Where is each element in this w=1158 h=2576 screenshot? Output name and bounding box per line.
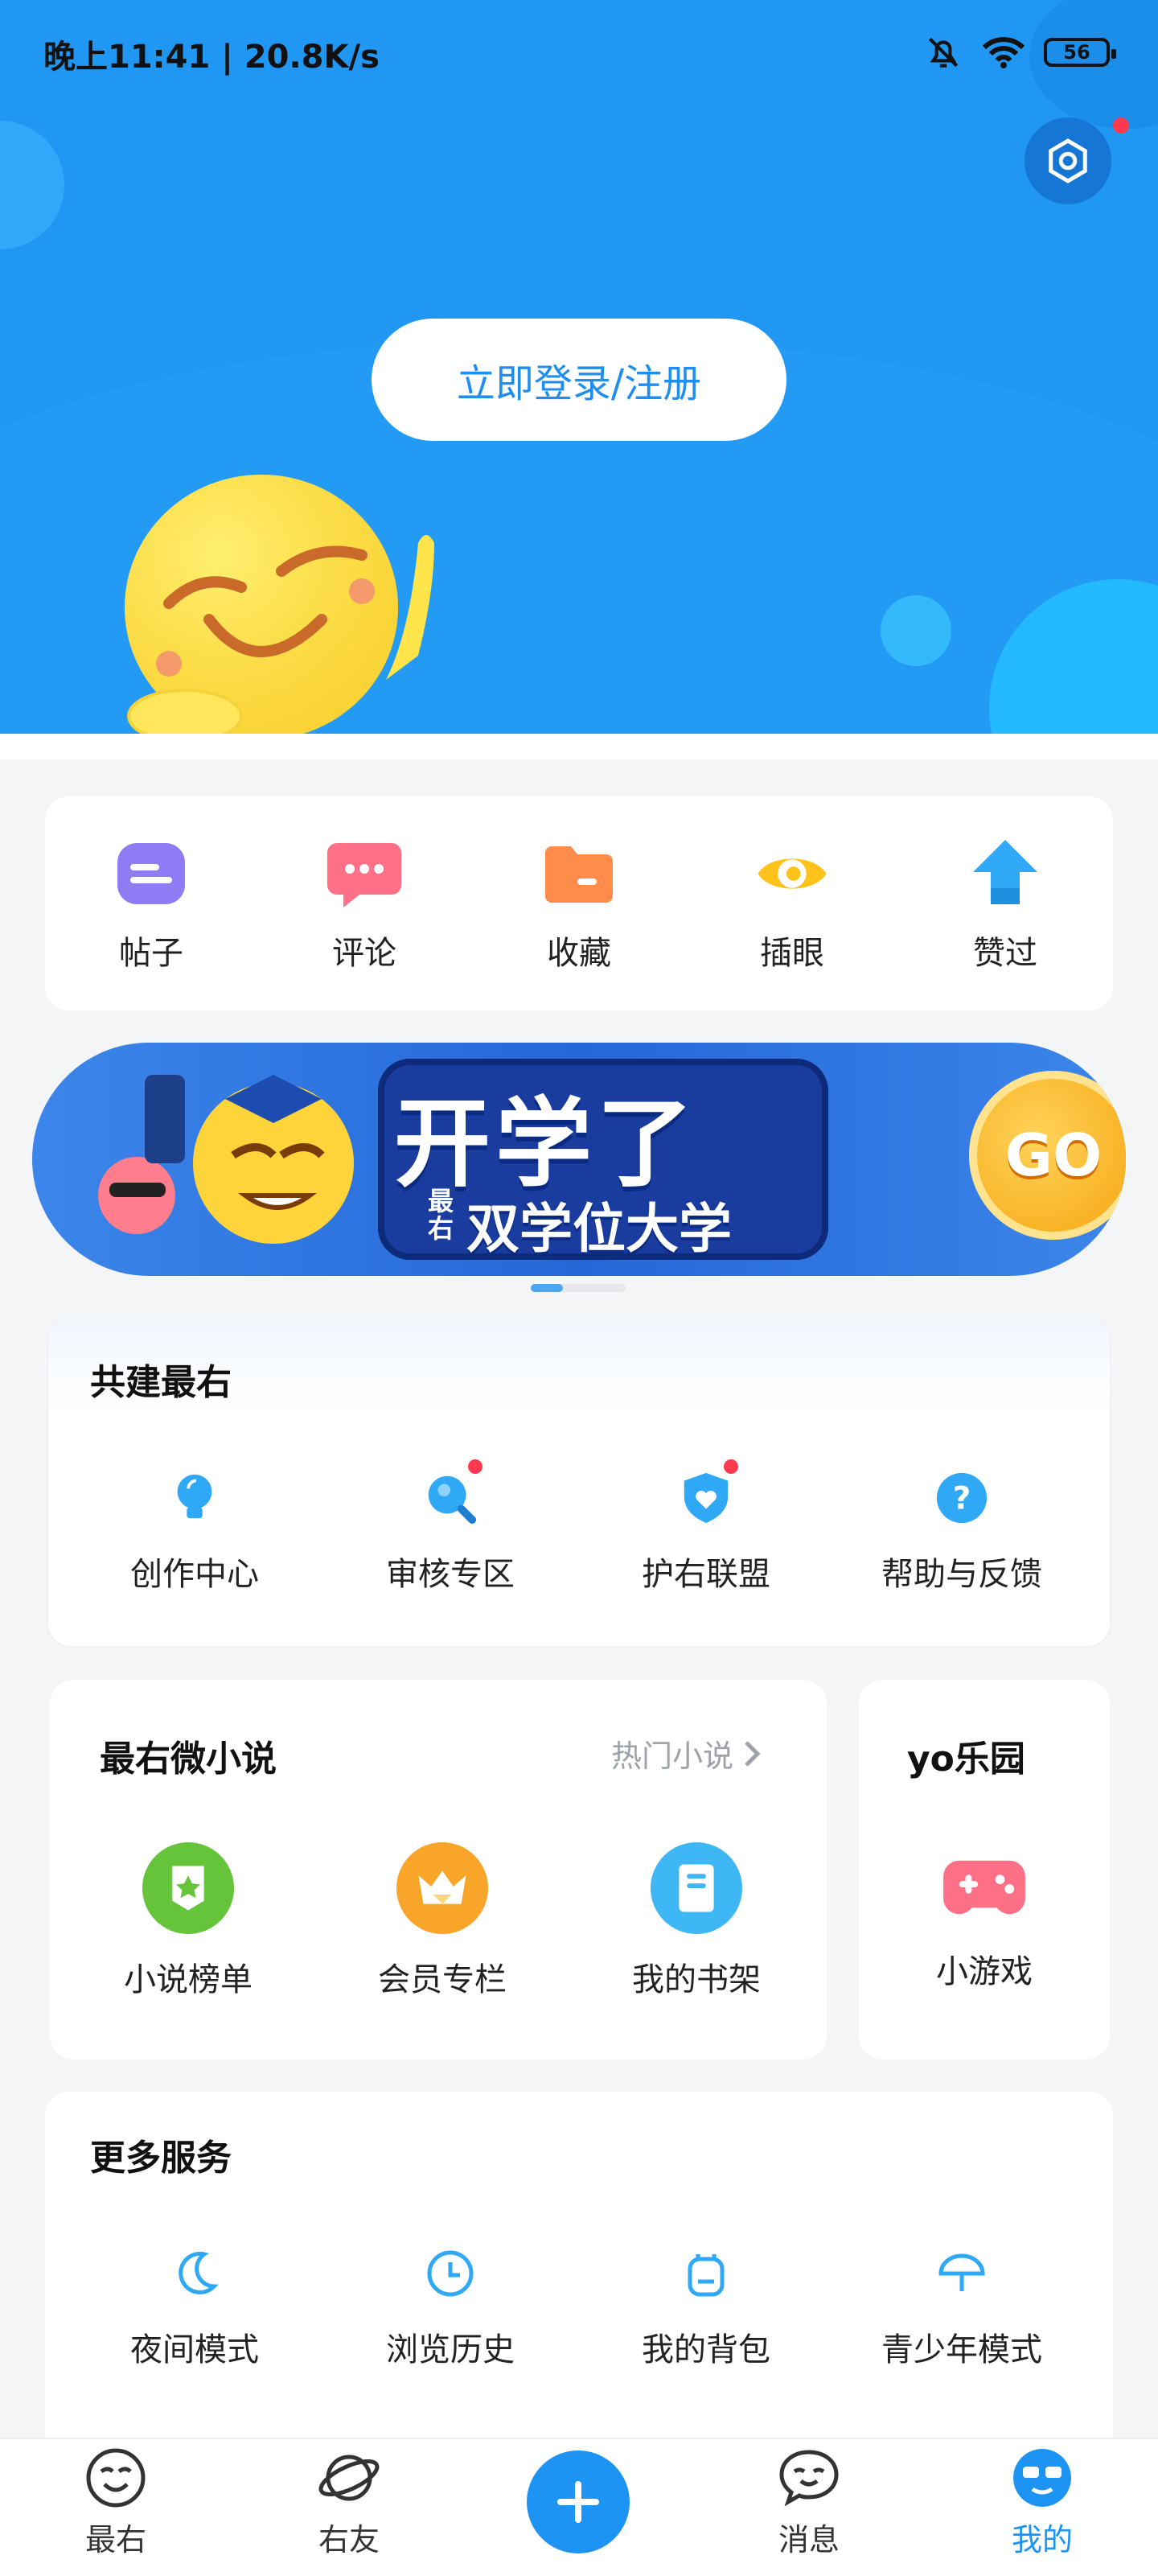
novel-title: 最右微小说: [100, 1739, 277, 1780]
co-build-item-help-feedback[interactable]: ? 帮助与反馈: [841, 1466, 1082, 1595]
service-night-mode[interactable]: 夜间模式: [74, 2241, 315, 2370]
banner-mascot-illustration: [98, 1075, 354, 1244]
yo-park-item-label: 小游戏: [936, 1953, 1033, 1990]
lightbulb-icon: [162, 1466, 227, 1530]
novel-item-rankings[interactable]: 小说榜单: [68, 1841, 309, 2000]
header-divider: [0, 734, 1158, 759]
service-label: 浏览历史: [386, 2331, 515, 2368]
profile-face-icon: [1013, 2449, 1071, 2507]
hot-novels-link[interactable]: 热门小说: [611, 1731, 762, 1776]
status-time-speed: 晚上11:41 | 20.8K/s: [43, 39, 380, 76]
banner-pagination-active: [531, 1284, 563, 1292]
banner-title: 开学了: [394, 1088, 698, 1200]
clock-icon: [418, 2241, 482, 2306]
umbrella-icon: [930, 2241, 994, 2306]
mascot-illustration: [125, 475, 434, 734]
settings-button[interactable]: [1025, 117, 1111, 204]
svg-text:?: ?: [953, 1481, 971, 1517]
service-teen-mode[interactable]: 青少年模式: [841, 2241, 1082, 2370]
battery-indicator: 56: [1044, 38, 1116, 67]
quick-action-comments[interactable]: 评论: [284, 837, 445, 973]
co-build-item-review-zone[interactable]: 审核专区: [330, 1459, 571, 1595]
co-build-title: 共建最右: [90, 1362, 232, 1403]
hot-novels-label: 热门小说: [611, 1739, 734, 1774]
quick-action-label: 收藏: [547, 935, 611, 972]
tab-friends[interactable]: 右友: [285, 2446, 413, 2559]
notification-dot: [468, 1459, 482, 1474]
co-build-item-label: 帮助与反馈: [881, 1556, 1042, 1593]
novel-item-label: 会员专栏: [378, 1961, 507, 1998]
chevron-right-icon: [745, 1740, 761, 1767]
service-label: 夜间模式: [130, 2331, 259, 2368]
crown-icon: [395, 1841, 490, 1936]
moon-icon: [162, 2241, 227, 2306]
novel-item-bookshelf[interactable]: 我的书架: [576, 1841, 817, 2000]
thumb-up-arrow-icon: [968, 837, 1042, 911]
banner-pagination: [531, 1284, 626, 1292]
header-bubble-decoration: [881, 595, 951, 666]
quick-action-liked[interactable]: 赞过: [925, 837, 1086, 973]
service-label: 我的背包: [642, 2331, 770, 2368]
ranking-badge-icon: [141, 1841, 236, 1936]
yo-park-title: yo乐园: [907, 1739, 1025, 1780]
notification-dot: [724, 1459, 738, 1474]
hexagon-gear-icon: [1049, 138, 1087, 183]
quick-action-label: 赞过: [973, 935, 1037, 972]
gamepad-icon: [937, 1847, 1032, 1928]
status-icons: 56: [923, 32, 1116, 72]
magnifier-icon: [418, 1459, 482, 1530]
banner-go-button[interactable]: GO: [969, 1071, 1126, 1240]
quick-action-label: 评论: [332, 935, 396, 972]
backpack-icon: [674, 2241, 738, 2306]
tab-label: 最右: [84, 2522, 146, 2557]
tab-messages[interactable]: 消息: [745, 2446, 873, 2559]
tab-label: 右友: [318, 2522, 380, 2557]
novel-item-label: 我的书架: [632, 1961, 761, 1998]
quick-action-label: 帖子: [119, 935, 183, 972]
create-post-button[interactable]: [527, 2450, 630, 2553]
login-register-button[interactable]: 立即登录/注册: [372, 319, 786, 441]
service-backpack[interactable]: 我的背包: [585, 2241, 827, 2370]
co-build-item-creator-center[interactable]: 创作中心: [74, 1466, 315, 1595]
quick-action-label: 插眼: [760, 935, 824, 972]
chat-bubble-icon: [779, 2450, 839, 2507]
tab-label: 消息: [778, 2522, 840, 2557]
quick-action-posts[interactable]: 帖子: [71, 837, 232, 973]
novel-item-vip-column[interactable]: 会员专栏: [322, 1841, 563, 2000]
question-icon: ?: [930, 1466, 994, 1530]
co-build-item-label: 护右联盟: [642, 1556, 770, 1593]
co-build-item-guardian-alliance[interactable]: 护右联盟: [585, 1459, 827, 1595]
quick-action-bookmarks[interactable]: 插眼: [712, 837, 873, 973]
post-icon: [114, 837, 188, 911]
book-icon: [649, 1841, 744, 1936]
tab-me[interactable]: 我的: [978, 2446, 1107, 2559]
eye-icon: [755, 837, 829, 911]
folder-icon: [542, 837, 616, 911]
quick-action-favorites[interactable]: 收藏: [499, 837, 659, 973]
shield-heart-icon: [674, 1459, 738, 1530]
plus-icon: [557, 2481, 599, 2523]
banner-tag: 最右: [428, 1186, 454, 1244]
comment-icon: [327, 837, 401, 911]
header-bubble-decoration: [0, 121, 64, 249]
notification-dot: [1113, 117, 1129, 134]
smile-face-icon: [86, 2448, 146, 2508]
more-services-title: 更多服务: [90, 2138, 232, 2179]
banner-subtitle: 双学位大学: [466, 1198, 732, 1260]
tab-home[interactable]: 最右: [51, 2446, 180, 2559]
service-label: 青少年模式: [881, 2331, 1042, 2368]
mute-bell-icon: [928, 37, 959, 68]
co-build-item-label: 审核专区: [386, 1556, 515, 1593]
co-build-item-label: 创作中心: [130, 1556, 259, 1593]
planet-icon: [318, 2455, 380, 2501]
service-browse-history[interactable]: 浏览历史: [330, 2241, 571, 2370]
novel-item-label: 小说榜单: [124, 1961, 253, 1998]
wifi-icon: [982, 37, 1025, 68]
promo-banner[interactable]: 开学了 最右 双学位大学 GO: [32, 1043, 1126, 1276]
tab-label-active: 我的: [1011, 2522, 1073, 2557]
yo-park-mini-games[interactable]: 小游戏: [864, 1847, 1105, 1992]
